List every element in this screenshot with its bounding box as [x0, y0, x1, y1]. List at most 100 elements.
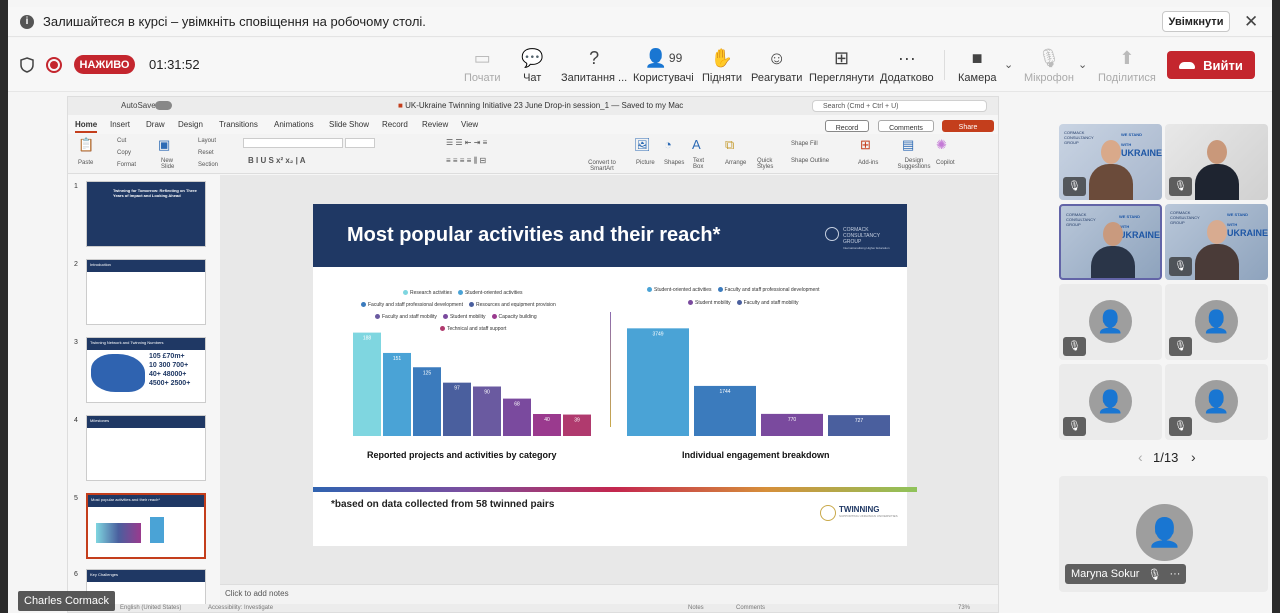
- autosave-toggle[interactable]: [155, 101, 172, 110]
- slide-thumb-5[interactable]: Most popular activities and their reach*: [86, 493, 206, 559]
- layout-button[interactable]: Layout: [198, 138, 216, 144]
- status-language[interactable]: English (United States): [120, 605, 181, 611]
- chat-icon: 💬: [521, 47, 544, 68]
- section-button[interactable]: Section: [198, 162, 218, 168]
- more-button[interactable]: ··· Додатково: [880, 46, 934, 85]
- textbox-icon[interactable]: A: [692, 137, 701, 152]
- design-suggestions-icon[interactable]: ▤: [902, 137, 914, 153]
- status-notes[interactable]: Notes: [688, 605, 704, 611]
- legend-item: Research activities: [403, 290, 452, 296]
- mic-muted-icon: 🎙: [1169, 417, 1192, 436]
- ppt-share-button[interactable]: Share: [942, 120, 994, 132]
- notification-bar: i Залишайтеся в курсі – увімкніть сповіщ…: [8, 7, 1272, 37]
- legend-item: Faculty and staff professional developme…: [717, 287, 820, 293]
- more-icon[interactable]: ···: [1169, 568, 1180, 580]
- mic-muted-icon: 🎙: [1169, 257, 1192, 276]
- current-slide[interactable]: Most popular activities and their reach*…: [313, 204, 917, 546]
- shape-fill-button[interactable]: Shape Fill: [791, 141, 818, 147]
- tab-review[interactable]: Review: [422, 120, 448, 129]
- arrange-icon[interactable]: ⧉: [725, 137, 734, 153]
- camera-button[interactable]: ■ Камера: [958, 46, 996, 85]
- slide-thumb-1[interactable]: Twinning for Tomorrow: Reflecting on Thr…: [86, 181, 206, 247]
- participant-tile-8[interactable]: 👤 🎙: [1165, 364, 1268, 440]
- tab-slideshow[interactable]: Slide Show: [329, 120, 369, 129]
- addins-label: Add-ins: [858, 160, 879, 166]
- shield-icon[interactable]: [20, 57, 34, 73]
- bar-research-activities: [353, 332, 381, 436]
- convert-smartart-button[interactable]: Convert to SmartArt: [585, 160, 619, 172]
- chevron-down-icon[interactable]: ⌄: [1004, 58, 1013, 71]
- bar-value-label: 770: [788, 417, 797, 423]
- participant-tile-4[interactable]: CORMACK CONSULTANCY GROUP WE STAND WITH UKRA…: [1165, 204, 1268, 280]
- status-accessibility[interactable]: Accessibility: Investigate: [208, 605, 273, 611]
- thumb-title: Twinning Network and Twinning Numbers: [87, 338, 205, 350]
- grid-icon: ⊞: [834, 47, 850, 68]
- chevron-down-icon[interactable]: ⌄: [1078, 58, 1087, 71]
- participant-tile-3[interactable]: CORMACK CONSULTANCY GROUP WE STAND WITH UKRA…: [1059, 204, 1162, 280]
- enable-notifications-button[interactable]: Увімкнути: [1162, 11, 1230, 32]
- view-button[interactable]: ⊞ Переглянути: [809, 46, 874, 85]
- start-button[interactable]: ▭ Почати: [464, 46, 501, 85]
- react-button[interactable]: ☺ Реагувати: [751, 46, 802, 85]
- smile-icon: ☺: [767, 47, 786, 68]
- font-format-buttons[interactable]: B I U S x² x₂ | A: [248, 156, 306, 165]
- participant-tile-2[interactable]: 🎙: [1165, 124, 1268, 200]
- avatar: 👤: [1136, 504, 1193, 561]
- leave-button[interactable]: Вийти: [1167, 51, 1255, 79]
- tab-home[interactable]: Home: [75, 120, 98, 133]
- tab-draw[interactable]: Draw: [146, 120, 165, 129]
- addins-icon[interactable]: ⊞: [860, 137, 871, 153]
- tab-transitions[interactable]: Transitions: [219, 120, 258, 129]
- bar-value-label: 39: [574, 418, 580, 424]
- picture-icon[interactable]: 🖼: [634, 137, 651, 153]
- comments-button[interactable]: Comments: [878, 120, 934, 132]
- chevron-right-icon[interactable]: ›: [1191, 449, 1196, 465]
- share-button[interactable]: ⬆ Поділитися: [1098, 46, 1156, 85]
- paste-icon[interactable]: 📋: [78, 137, 94, 153]
- reset-button[interactable]: Reset: [198, 150, 214, 156]
- format-button[interactable]: Format: [117, 162, 136, 168]
- shapes-icon[interactable]: ◔: [664, 137, 672, 152]
- participant-tile-main[interactable]: 👤 Maryna Sokur 🎙 ···: [1059, 476, 1268, 592]
- chevron-left-icon[interactable]: ‹: [1138, 449, 1143, 465]
- list-buttons[interactable]: ☰ ☰ ⇤ ⇥ ≡: [446, 138, 487, 147]
- status-comments[interactable]: Comments: [736, 605, 765, 611]
- tab-animations[interactable]: Animations: [274, 120, 314, 129]
- chat-button[interactable]: 💬 Чат: [521, 46, 544, 85]
- quick-styles-button[interactable]: Quick Styles: [757, 158, 777, 170]
- participants-button[interactable]: 👤 99 Користувачі: [633, 46, 694, 85]
- status-zoom[interactable]: 73%: [958, 605, 970, 611]
- mic-muted-icon: 🎙: [1063, 177, 1086, 196]
- shape-outline-button[interactable]: Shape Outline: [791, 158, 829, 164]
- slide-thumbnails: 1 Twinning for Tomorrow: Reflecting on T…: [68, 175, 212, 612]
- slide-thumb-4[interactable]: Milestones: [86, 415, 206, 481]
- cut-button[interactable]: Cut: [117, 138, 126, 144]
- slide-thumb-3[interactable]: Twinning Network and Twinning Numbers 10…: [86, 337, 206, 403]
- font-name-input[interactable]: [243, 138, 343, 148]
- slide-thumb-2[interactable]: Introduction: [86, 259, 206, 325]
- live-badge: НАЖИВО: [74, 55, 135, 74]
- participant-tile-5[interactable]: 👤 🎙: [1059, 284, 1162, 360]
- tab-insert[interactable]: Insert: [110, 120, 130, 129]
- slide-canvas[interactable]: Most popular activities and their reach*…: [220, 175, 998, 586]
- new-slide-icon[interactable]: ▣: [158, 137, 170, 153]
- font-size-input[interactable]: [345, 138, 375, 148]
- qa-button[interactable]: ? Запитання ...: [561, 46, 627, 85]
- raise-hand-button[interactable]: ✋ Підняти: [702, 46, 742, 85]
- legend-row: Student mobility Faculty and staff mobili…: [688, 300, 805, 306]
- tab-view[interactable]: View: [461, 120, 478, 129]
- record-button[interactable]: Record: [825, 120, 869, 132]
- align-buttons[interactable]: ≡ ≡ ≡ ≡ ⫼ ⊟: [446, 156, 486, 166]
- tab-design[interactable]: Design: [178, 120, 203, 129]
- tab-record[interactable]: Record: [382, 120, 408, 129]
- ppt-search-input[interactable]: Search (Cmd + Ctrl + U): [812, 100, 987, 112]
- notes-pane[interactable]: Click to add notes: [220, 584, 998, 604]
- copy-button[interactable]: Copy: [117, 150, 131, 156]
- bar-value-label: 1744: [719, 389, 730, 395]
- close-icon[interactable]: ✕: [1244, 12, 1258, 32]
- mic-button[interactable]: 🎙 Мікрофон: [1024, 46, 1074, 85]
- participant-tile-6[interactable]: 👤 🎙: [1165, 284, 1268, 360]
- copilot-icon[interactable]: ✺: [936, 137, 947, 153]
- participant-tile-1[interactable]: CORMACK CONSULTANCY GROUP WE STAND WITH UKRA…: [1059, 124, 1162, 200]
- participant-tile-7[interactable]: 👤 🎙: [1059, 364, 1162, 440]
